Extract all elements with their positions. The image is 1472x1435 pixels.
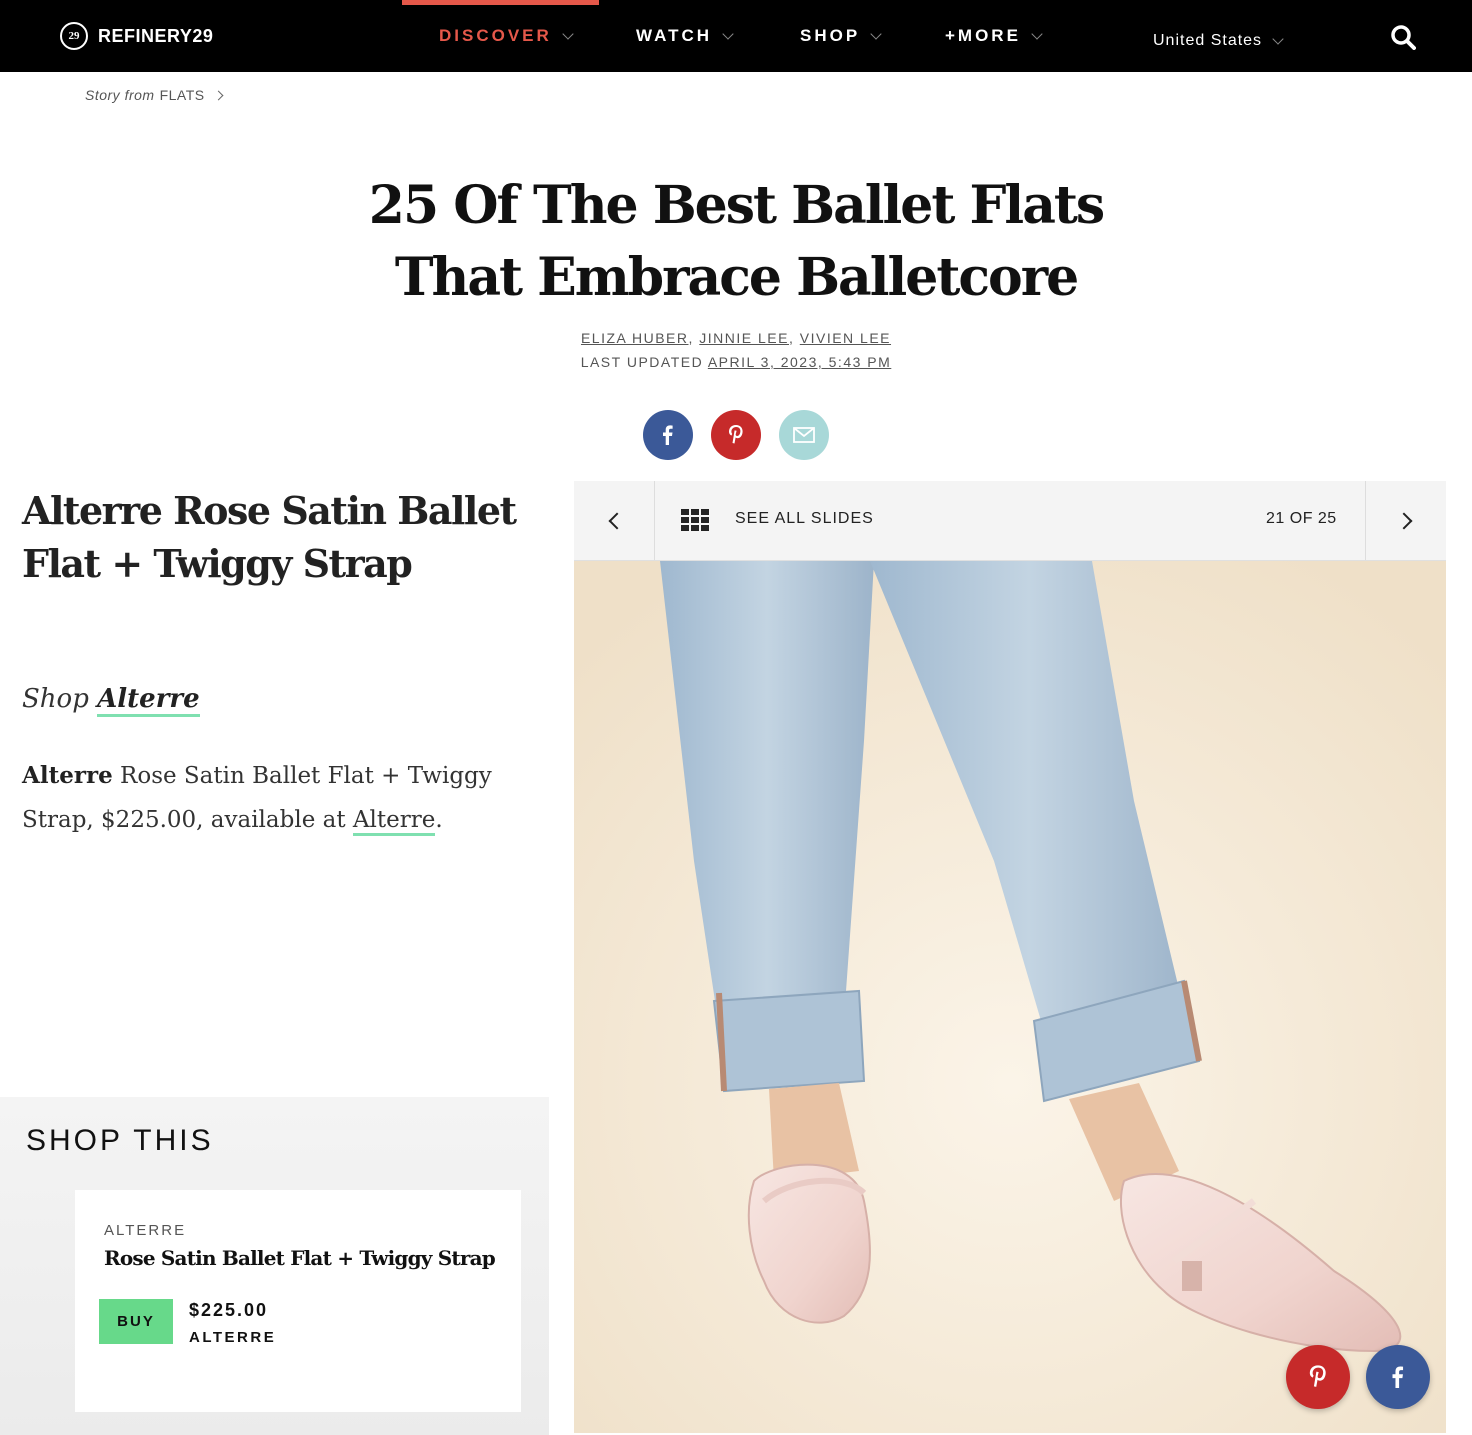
chevron-down-icon (1031, 27, 1043, 40)
slide-title: Alterre Rose Satin Ballet Flat + Twiggy … (22, 488, 517, 586)
updated-label: LAST UPDATED (580, 354, 704, 370)
logo-text: REFINERY29 (98, 25, 214, 46)
author-link[interactable]: JINNIE LEE (699, 330, 789, 346)
chevron-down-icon (562, 27, 574, 40)
desc-brand: Alterre (22, 762, 113, 789)
chevron-down-icon (722, 27, 734, 40)
desc-end: . (435, 807, 443, 833)
slide-counter: 21 OF 25 (1266, 510, 1337, 527)
last-updated: LAST UPDATED APRIL 3, 2023, 5:43 PM (0, 354, 1472, 370)
updated-date-link[interactable]: APRIL 3, 2023, 5:43 PM (708, 354, 891, 370)
email-icon (793, 427, 815, 443)
chevron-down-icon (1272, 32, 1284, 45)
buy-button[interactable]: BUY (99, 1299, 173, 1344)
search-icon[interactable] (1390, 24, 1416, 50)
nav-item-shop[interactable]: SHOP (800, 0, 882, 72)
next-slide-button[interactable] (1365, 481, 1447, 560)
product-brand: ALTERRE (104, 1222, 187, 1239)
shop-prefix: Shop (22, 684, 89, 714)
see-all-slides-button[interactable]: SEE ALL SLIDES (735, 510, 874, 528)
breadcrumb-prefix: Story from (85, 87, 155, 103)
share-email-button[interactable] (779, 410, 829, 460)
previous-slide-button[interactable] (574, 481, 655, 560)
page-title: 25 Of The Best Ballet Flats That Embrace… (368, 175, 1105, 308)
product-price: $225.00 (189, 1300, 269, 1320)
slide-image (574, 561, 1446, 1433)
nav-label: DISCOVER (439, 26, 552, 45)
chevron-down-icon (870, 27, 882, 40)
shop-brand-line: Shop Alterre (22, 684, 200, 717)
shop-brand-link[interactable]: Alterre (97, 684, 200, 717)
site-logo[interactable]: 29 REFINERY29 (60, 22, 213, 50)
chevron-right-icon (213, 90, 224, 100)
nav-label: +MORE (945, 26, 1021, 45)
author-link[interactable]: VIVIEN LEE (800, 330, 891, 346)
nav-item-more[interactable]: +MORE (945, 0, 1043, 72)
product-name[interactable]: Rose Satin Ballet Flat + Twiggy Strap (104, 1246, 496, 1270)
region-label: United States (1153, 32, 1263, 49)
grid-icon[interactable] (681, 509, 709, 533)
author-link[interactable]: ELIZA HUBER (581, 330, 689, 346)
region-selector[interactable]: United States (1153, 0, 1284, 82)
logo-mark-icon: 29 (60, 22, 88, 50)
nav-item-discover[interactable]: DISCOVER (439, 0, 574, 72)
product-retailer: ALTERRE (189, 1329, 277, 1346)
byline: ELIZA HUBER, JINNIE LEE, VIVIEN LEE (580, 330, 892, 346)
pinterest-icon (729, 425, 743, 444)
facebook-icon (1392, 1366, 1404, 1388)
retailer-link[interactable]: Alterre (352, 807, 436, 836)
slide-description: Alterre Rose Satin Ballet Flat + Twiggy … (22, 754, 532, 842)
facebook-icon (663, 425, 673, 445)
chevron-right-icon (1395, 512, 1413, 529)
image-pin-button[interactable] (1286, 1345, 1350, 1409)
breadcrumb[interactable]: Story from FLATS (85, 87, 224, 103)
nav-label: SHOP (800, 26, 861, 45)
pinterest-icon (1309, 1365, 1326, 1387)
share-pinterest-button[interactable] (711, 410, 761, 460)
share-facebook-button[interactable] (643, 410, 693, 460)
nav-item-watch[interactable]: WATCH (636, 0, 734, 72)
shop-this-heading: SHOP THIS (26, 1124, 214, 1157)
image-facebook-share-button[interactable] (1366, 1345, 1430, 1409)
chevron-left-icon (608, 512, 625, 529)
nav-label: WATCH (636, 26, 713, 45)
product-photo-illustration (574, 561, 1446, 1433)
breadcrumb-section: FLATS (159, 87, 205, 103)
